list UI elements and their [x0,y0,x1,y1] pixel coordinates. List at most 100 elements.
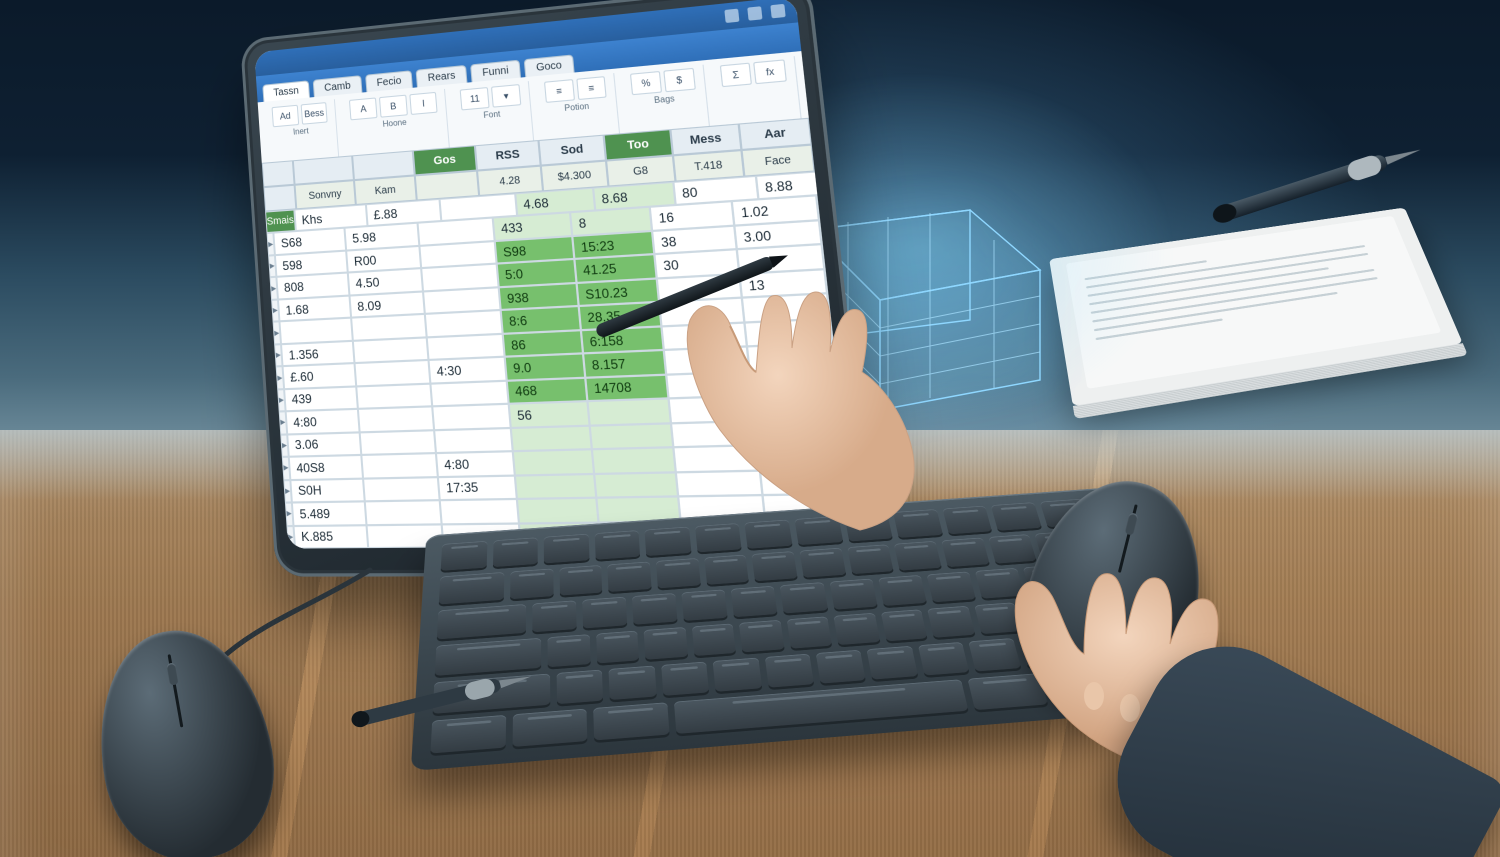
keyboard-key[interactable] [682,589,728,621]
cell[interactable] [517,498,599,523]
cell[interactable]: £.60 [283,363,357,389]
keyboard-key[interactable] [974,602,1022,634]
spreadsheet-grid[interactable]: GosRSSSodTooMessAar SonvnyKam4.28$4.300G… [262,118,857,549]
keyboard-key[interactable] [795,516,843,545]
keyboard-key[interactable] [927,606,975,638]
spreadsheet-app[interactable]: TassnCambFecioRearsFunniGoco AdBessInert… [254,0,856,549]
cell[interactable]: 6:158 [581,326,664,353]
cell[interactable]: K.885 [294,525,369,549]
cell[interactable] [661,322,747,350]
keyboard-key[interactable] [692,623,736,656]
keyboard-key[interactable] [968,673,1048,710]
window-control-icon[interactable] [770,4,785,19]
keyboard-key[interactable] [881,609,928,641]
keyboard-key[interactable] [829,579,877,610]
cell[interactable] [747,343,835,371]
ribbon-button[interactable]: I [409,92,438,115]
keyboard-key[interactable] [844,513,893,542]
keyboard-key[interactable] [941,538,989,568]
cell[interactable] [750,368,839,396]
cell[interactable] [356,383,432,409]
cell[interactable] [671,421,757,448]
window-control-icon[interactable] [747,6,762,20]
cell[interactable]: 5.489 [292,501,367,525]
keyboard-key[interactable] [644,627,688,660]
keyboard-key[interactable] [609,666,657,701]
cell[interactable]: 3.06 [287,432,361,457]
cell[interactable] [434,428,513,454]
keyboard-key[interactable] [632,593,678,625]
ribbon-button[interactable]: B [379,95,408,118]
keyboard-key[interactable] [513,709,588,747]
keyboard-key[interactable] [745,520,793,549]
keyboard-key[interactable] [594,530,640,560]
keyboard-key[interactable] [926,571,975,602]
keyboard-key[interactable] [834,613,880,645]
keyboard-key[interactable] [441,541,487,571]
cell[interactable] [594,472,678,498]
cell[interactable] [666,371,752,398]
cell[interactable] [358,407,434,432]
cell[interactable] [360,430,436,455]
ribbon-button[interactable]: ▾ [491,84,521,108]
keyboard-key[interactable] [878,575,927,606]
cell[interactable]: 86 [503,330,583,357]
cell[interactable]: 4:80 [286,409,360,434]
keyboard-key[interactable] [608,562,652,592]
keyboard-key[interactable] [867,646,918,680]
ribbon-button[interactable]: ≡ [576,76,607,100]
keyboard-key[interactable] [661,662,709,696]
cell[interactable] [511,425,592,451]
cell[interactable]: 8.157 [583,350,666,377]
ribbon-button[interactable]: % [630,71,662,95]
cell[interactable]: 4:30 [429,357,507,383]
keyboard-key[interactable] [894,541,941,571]
cell[interactable]: 56 [509,401,590,427]
cell[interactable] [744,318,832,346]
ribbon-button[interactable]: Ad [272,105,299,128]
cell[interactable] [664,347,750,375]
keyboard-key[interactable] [847,544,894,574]
keyboard-key[interactable] [918,642,970,676]
cell[interactable]: 9.0 [505,354,586,381]
keyboard-key[interactable] [787,616,833,648]
cell[interactable] [592,447,676,473]
cell[interactable] [757,443,846,470]
ribbon-button[interactable]: 11 [460,87,490,110]
keyboard-key[interactable] [739,620,784,653]
cell[interactable] [587,399,670,426]
cell[interactable] [590,423,674,449]
ribbon-button[interactable]: ≡ [544,79,575,103]
keyboard-key[interactable] [596,631,639,664]
row-header[interactable]: Smais [265,209,296,233]
keyboard-key[interactable] [594,702,669,740]
cell[interactable] [280,318,353,344]
window-control-icon[interactable] [724,9,739,23]
cell[interactable] [669,396,755,423]
keyboard-key[interactable] [548,634,591,667]
cell[interactable] [353,337,429,363]
keyboard-key[interactable] [816,650,866,684]
cell[interactable] [515,474,596,499]
cell[interactable] [430,380,508,406]
ribbon-button[interactable]: Σ [719,63,752,88]
keyboard-key[interactable] [645,527,692,556]
cell[interactable]: 17:35 [438,475,517,500]
ribbon-button[interactable]: A [349,97,377,120]
keyboard-key[interactable] [430,715,506,754]
ribbon-button[interactable]: $ [663,68,695,92]
cell[interactable]: 1.356 [281,341,354,367]
cell[interactable] [440,499,519,524]
keyboard-key[interactable] [510,568,553,599]
keyboard-key[interactable] [704,555,749,585]
cell[interactable] [365,500,442,524]
keyboard-key[interactable] [752,551,798,581]
cell[interactable] [513,449,594,475]
cell[interactable] [676,470,763,496]
cell[interactable] [755,418,844,445]
cell[interactable] [361,453,438,478]
keyboard-key[interactable] [988,534,1037,563]
cell[interactable] [673,445,760,472]
keyboard-key[interactable] [731,586,778,617]
keyboard-key[interactable] [533,600,577,632]
